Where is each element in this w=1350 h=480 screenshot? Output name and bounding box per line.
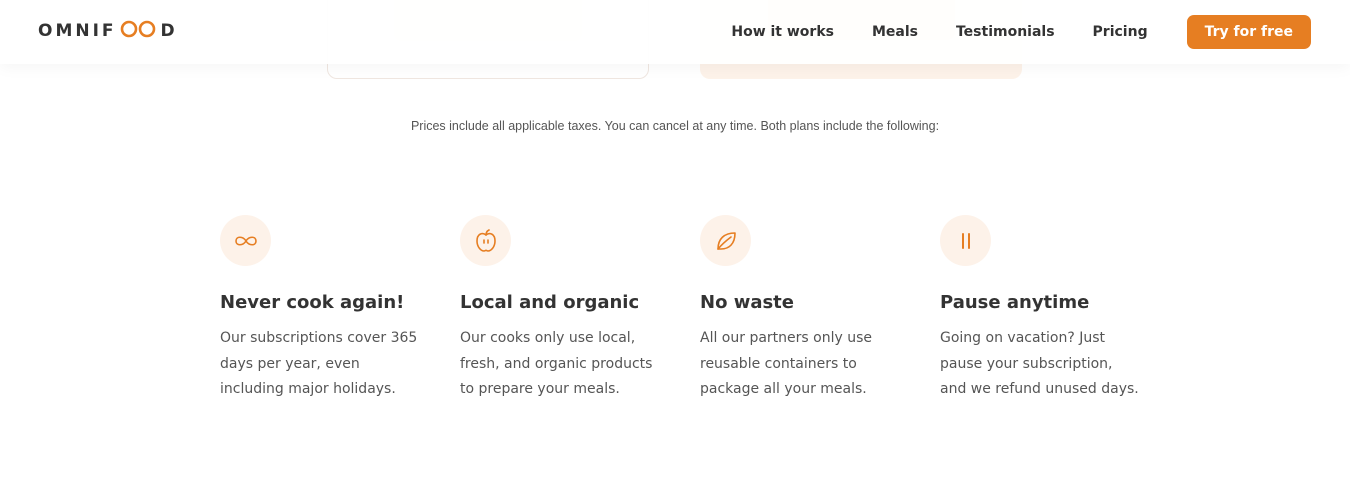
feature-title: No waste: [700, 292, 794, 313]
nav-testimonials[interactable]: Testimonials: [956, 24, 1055, 40]
omnifood-logo[interactable]: OMNIF D: [38, 20, 178, 42]
feature-title: Never cook again!: [220, 292, 405, 313]
logo-oo-icon: [119, 20, 159, 42]
pause-icon: [940, 215, 991, 266]
nav-meals[interactable]: Meals: [872, 24, 918, 40]
try-for-free-button[interactable]: Try for free: [1186, 15, 1311, 49]
apple-icon: [460, 215, 511, 266]
feature-local-organic: Local and organic Our cooks only use loc…: [460, 215, 700, 403]
main-nav: How it works Meals Testimonials Pricing …: [731, 15, 1311, 49]
infinity-icon: [220, 215, 271, 266]
feature-text: All our partners only use reusable conta…: [700, 330, 872, 397]
feature-pause-anytime: Pause anytime Going on vacation? Just pa…: [940, 215, 1180, 403]
feature-title: Pause anytime: [940, 292, 1090, 313]
page: OMNIF D How it works Meals Testimonials …: [0, 0, 1350, 480]
feature-never-cook: Never cook again! Our subscriptions cove…: [220, 215, 460, 403]
feature-title: Local and organic: [460, 292, 640, 313]
features-grid: Never cook again! Our subscriptions cove…: [220, 215, 1180, 403]
logo-text-left: OMNIF: [38, 21, 117, 41]
feature-text: Going on vacation? Just pause your subsc…: [940, 330, 1139, 397]
pricing-note: Prices include all applicable taxes. You…: [410, 119, 940, 133]
leaf-icon: [700, 215, 751, 266]
nav-pricing[interactable]: Pricing: [1093, 24, 1148, 40]
nav-how-it-works[interactable]: How it works: [731, 24, 834, 40]
logo-text-right: D: [160, 21, 178, 41]
feature-no-waste: No waste All our partners only use reusa…: [700, 215, 940, 403]
sticky-header: OMNIF D How it works Meals Testimonials …: [0, 0, 1350, 64]
feature-text: Our subscriptions cover 365 days per yea…: [220, 330, 418, 397]
feature-text: Our cooks only use local, fresh, and org…: [460, 330, 653, 397]
